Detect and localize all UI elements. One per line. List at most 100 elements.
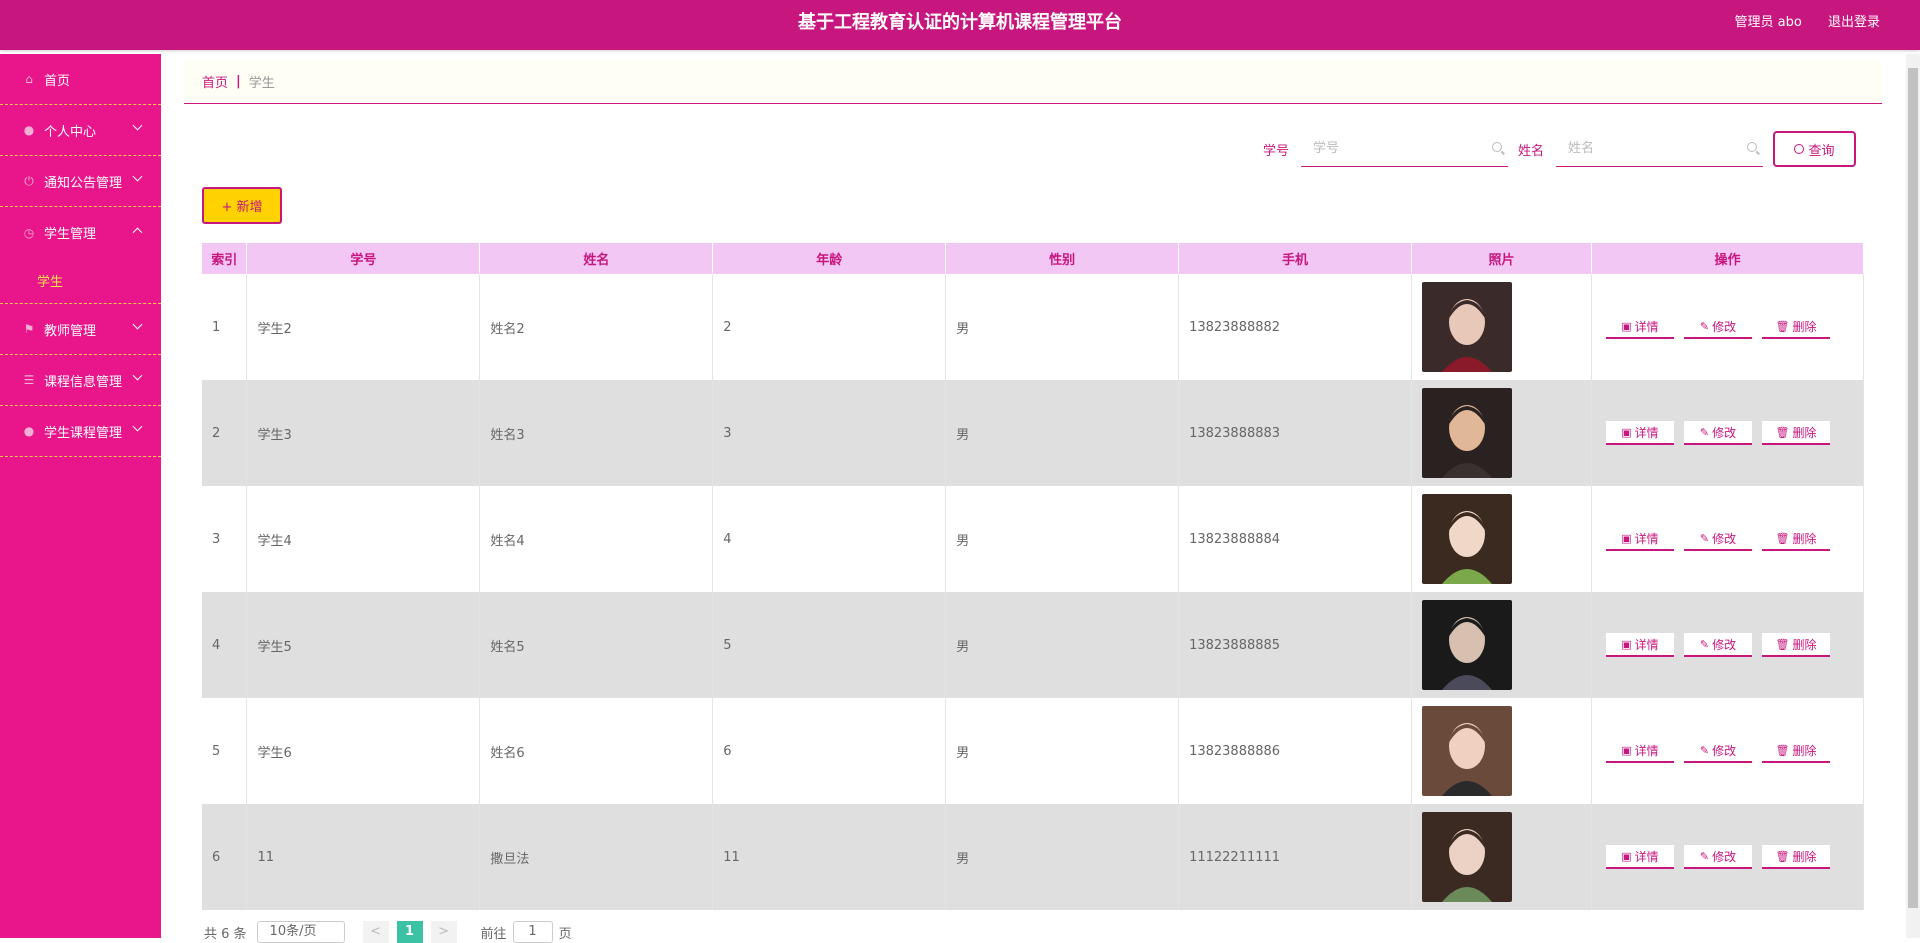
edit-button[interactable]: ✎ 修改 bbox=[1683, 845, 1752, 869]
breadcrumb: 首页 | 学生 bbox=[184, 60, 1882, 104]
detail-button[interactable]: ▣ 详情 bbox=[1605, 315, 1674, 339]
detail-button[interactable]: ▣ 详情 bbox=[1605, 633, 1674, 657]
cell-actions: ▣ 详情 ✎ 修改 🗑 删除 bbox=[1591, 698, 1865, 804]
top-bar-actions: 管理员 abo 退出登录 bbox=[1713, 0, 1880, 46]
student-photo[interactable] bbox=[1422, 812, 1513, 902]
sidebar-item-label: 教师管理 bbox=[44, 323, 97, 339]
sidebar-item-student-mgmt[interactable]: ◷ 学生管理 bbox=[0, 207, 161, 258]
cell-phone: 11122211111 bbox=[1178, 804, 1413, 910]
cell-age: 6 bbox=[712, 698, 947, 804]
delete-button[interactable]: 🗑 删除 bbox=[1761, 315, 1830, 339]
sidebar-item-profile[interactable]: ● 个人中心 bbox=[0, 105, 161, 156]
detail-button[interactable]: ▣ 详情 bbox=[1605, 527, 1674, 551]
delete-label: 删除 bbox=[1792, 319, 1817, 334]
student-photo[interactable] bbox=[1422, 494, 1513, 584]
flag-icon: ⚑ bbox=[23, 322, 35, 336]
logout-button[interactable]: 退出登录 bbox=[1828, 15, 1880, 30]
admin-label: 管理员 abo bbox=[1734, 15, 1802, 30]
pager-total: 共 6 条 bbox=[204, 926, 247, 942]
delete-button[interactable]: 🗑 删除 bbox=[1761, 527, 1830, 551]
document-icon: ▣ bbox=[1621, 531, 1632, 545]
detail-label: 详情 bbox=[1634, 425, 1659, 440]
page-size-select[interactable]: 10条/页 bbox=[256, 921, 345, 943]
cell-index: 2 bbox=[202, 380, 248, 486]
edit-label: 修改 bbox=[1712, 319, 1737, 334]
clock-icon: ◷ bbox=[23, 225, 35, 240]
cell-gender: 男 bbox=[945, 380, 1180, 486]
page-suffix: 页 bbox=[558, 926, 572, 942]
breadcrumb-home[interactable]: 首页 bbox=[202, 72, 228, 91]
next-page-button[interactable]: > bbox=[430, 921, 457, 943]
student-photo[interactable] bbox=[1422, 706, 1513, 796]
student-photo[interactable] bbox=[1422, 600, 1513, 690]
edit-label: 修改 bbox=[1712, 425, 1737, 440]
sidebar-item-home[interactable]: ⌂ 首页 bbox=[0, 54, 161, 105]
chevron-down-icon bbox=[132, 319, 143, 330]
trash-icon: 🗑 bbox=[1775, 743, 1790, 757]
page-scrollbar[interactable] bbox=[1906, 54, 1920, 938]
delete-label: 删除 bbox=[1792, 743, 1817, 758]
edit-button[interactable]: ✎ 修改 bbox=[1683, 739, 1752, 763]
prev-page-button[interactable]: < bbox=[362, 921, 389, 943]
edit-button[interactable]: ✎ 修改 bbox=[1683, 315, 1752, 339]
user-icon: ● bbox=[23, 424, 35, 438]
xingming-input[interactable] bbox=[1556, 131, 1763, 166]
goto-input[interactable]: 1 bbox=[512, 921, 553, 943]
detail-label: 详情 bbox=[1634, 849, 1659, 864]
table-row: 5 学生6 姓名6 6 男 13823888886 ▣ 详情 ✎ 修改 🗑 删除 bbox=[202, 698, 1865, 804]
edit-label: 修改 bbox=[1712, 531, 1737, 546]
edit-button[interactable]: ✎ 修改 bbox=[1683, 633, 1752, 657]
cell-index: 3 bbox=[202, 486, 248, 592]
cell-index: 4 bbox=[202, 592, 248, 698]
cell-actions: ▣ 详情 ✎ 修改 🗑 删除 bbox=[1591, 274, 1865, 380]
page-number-current[interactable]: 1 bbox=[396, 921, 423, 943]
cell-phone: 13823888883 bbox=[1178, 380, 1413, 486]
detail-label: 详情 bbox=[1634, 637, 1659, 652]
delete-button[interactable]: 🗑 删除 bbox=[1761, 739, 1830, 763]
trash-icon: 🗑 bbox=[1775, 425, 1790, 439]
cell-index: 6 bbox=[202, 804, 248, 910]
detail-button[interactable]: ▣ 详情 bbox=[1605, 845, 1674, 869]
edit-button[interactable]: ✎ 修改 bbox=[1683, 421, 1752, 445]
detail-button[interactable]: ▣ 详情 bbox=[1605, 421, 1674, 445]
scrollbar-thumb[interactable] bbox=[1908, 68, 1918, 908]
add-button[interactable]: + 新增 bbox=[202, 187, 282, 224]
cell-actions: ▣ 详情 ✎ 修改 🗑 删除 bbox=[1591, 592, 1865, 698]
detail-label: 详情 bbox=[1634, 319, 1659, 334]
cell-gender: 男 bbox=[945, 698, 1180, 804]
xuehao-input[interactable] bbox=[1300, 131, 1508, 166]
trash-icon: 🗑 bbox=[1775, 637, 1790, 651]
sidebar-item-student-course[interactable]: ● 学生课程管理 bbox=[0, 406, 161, 457]
cell-actions: ▣ 详情 ✎ 修改 🗑 删除 bbox=[1591, 486, 1865, 592]
table-row: 6 11 撒旦法 11 男 11122211111 ▣ 详情 ✎ 修改 🗑 删除 bbox=[202, 804, 1865, 910]
sidebar-item-notice[interactable]: ⏻ 通知公告管理 bbox=[0, 156, 161, 207]
cell-actions: ▣ 详情 ✎ 修改 🗑 删除 bbox=[1591, 804, 1865, 910]
cell-xuehao: 学生6 bbox=[246, 698, 481, 804]
query-button[interactable]: 查询 bbox=[1773, 131, 1856, 167]
cell-gender: 男 bbox=[945, 592, 1180, 698]
student-photo[interactable] bbox=[1422, 282, 1513, 372]
pencil-icon: ✎ bbox=[1699, 637, 1710, 651]
edit-label: 修改 bbox=[1712, 743, 1737, 758]
col-header: 年龄 bbox=[712, 243, 947, 274]
delete-button[interactable]: 🗑 删除 bbox=[1761, 845, 1830, 869]
sidebar-item-teacher-mgmt[interactable]: ⚑ 教师管理 bbox=[0, 304, 161, 355]
edit-button[interactable]: ✎ 修改 bbox=[1683, 527, 1752, 551]
cell-age: 4 bbox=[712, 486, 947, 592]
detail-button[interactable]: ▣ 详情 bbox=[1605, 739, 1674, 763]
xuehao-field-wrap bbox=[1300, 131, 1508, 167]
cell-gender: 男 bbox=[945, 486, 1180, 592]
sidebar-subitem-student[interactable]: 学生 bbox=[0, 258, 161, 304]
sidebar-item-label: 通知公告管理 bbox=[44, 175, 123, 191]
edit-label: 修改 bbox=[1712, 637, 1737, 652]
delete-button[interactable]: 🗑 删除 bbox=[1761, 633, 1830, 657]
home-icon: ⌂ bbox=[25, 72, 33, 86]
cell-xuehao: 学生4 bbox=[246, 486, 481, 592]
student-photo[interactable] bbox=[1422, 388, 1513, 478]
cell-photo bbox=[1411, 804, 1592, 910]
sidebar-item-course-info[interactable]: ☰ 课程信息管理 bbox=[0, 355, 161, 406]
delete-label: 删除 bbox=[1792, 425, 1817, 440]
cell-phone: 13823888884 bbox=[1178, 486, 1413, 592]
cell-photo bbox=[1411, 486, 1592, 592]
delete-button[interactable]: 🗑 删除 bbox=[1761, 421, 1830, 445]
